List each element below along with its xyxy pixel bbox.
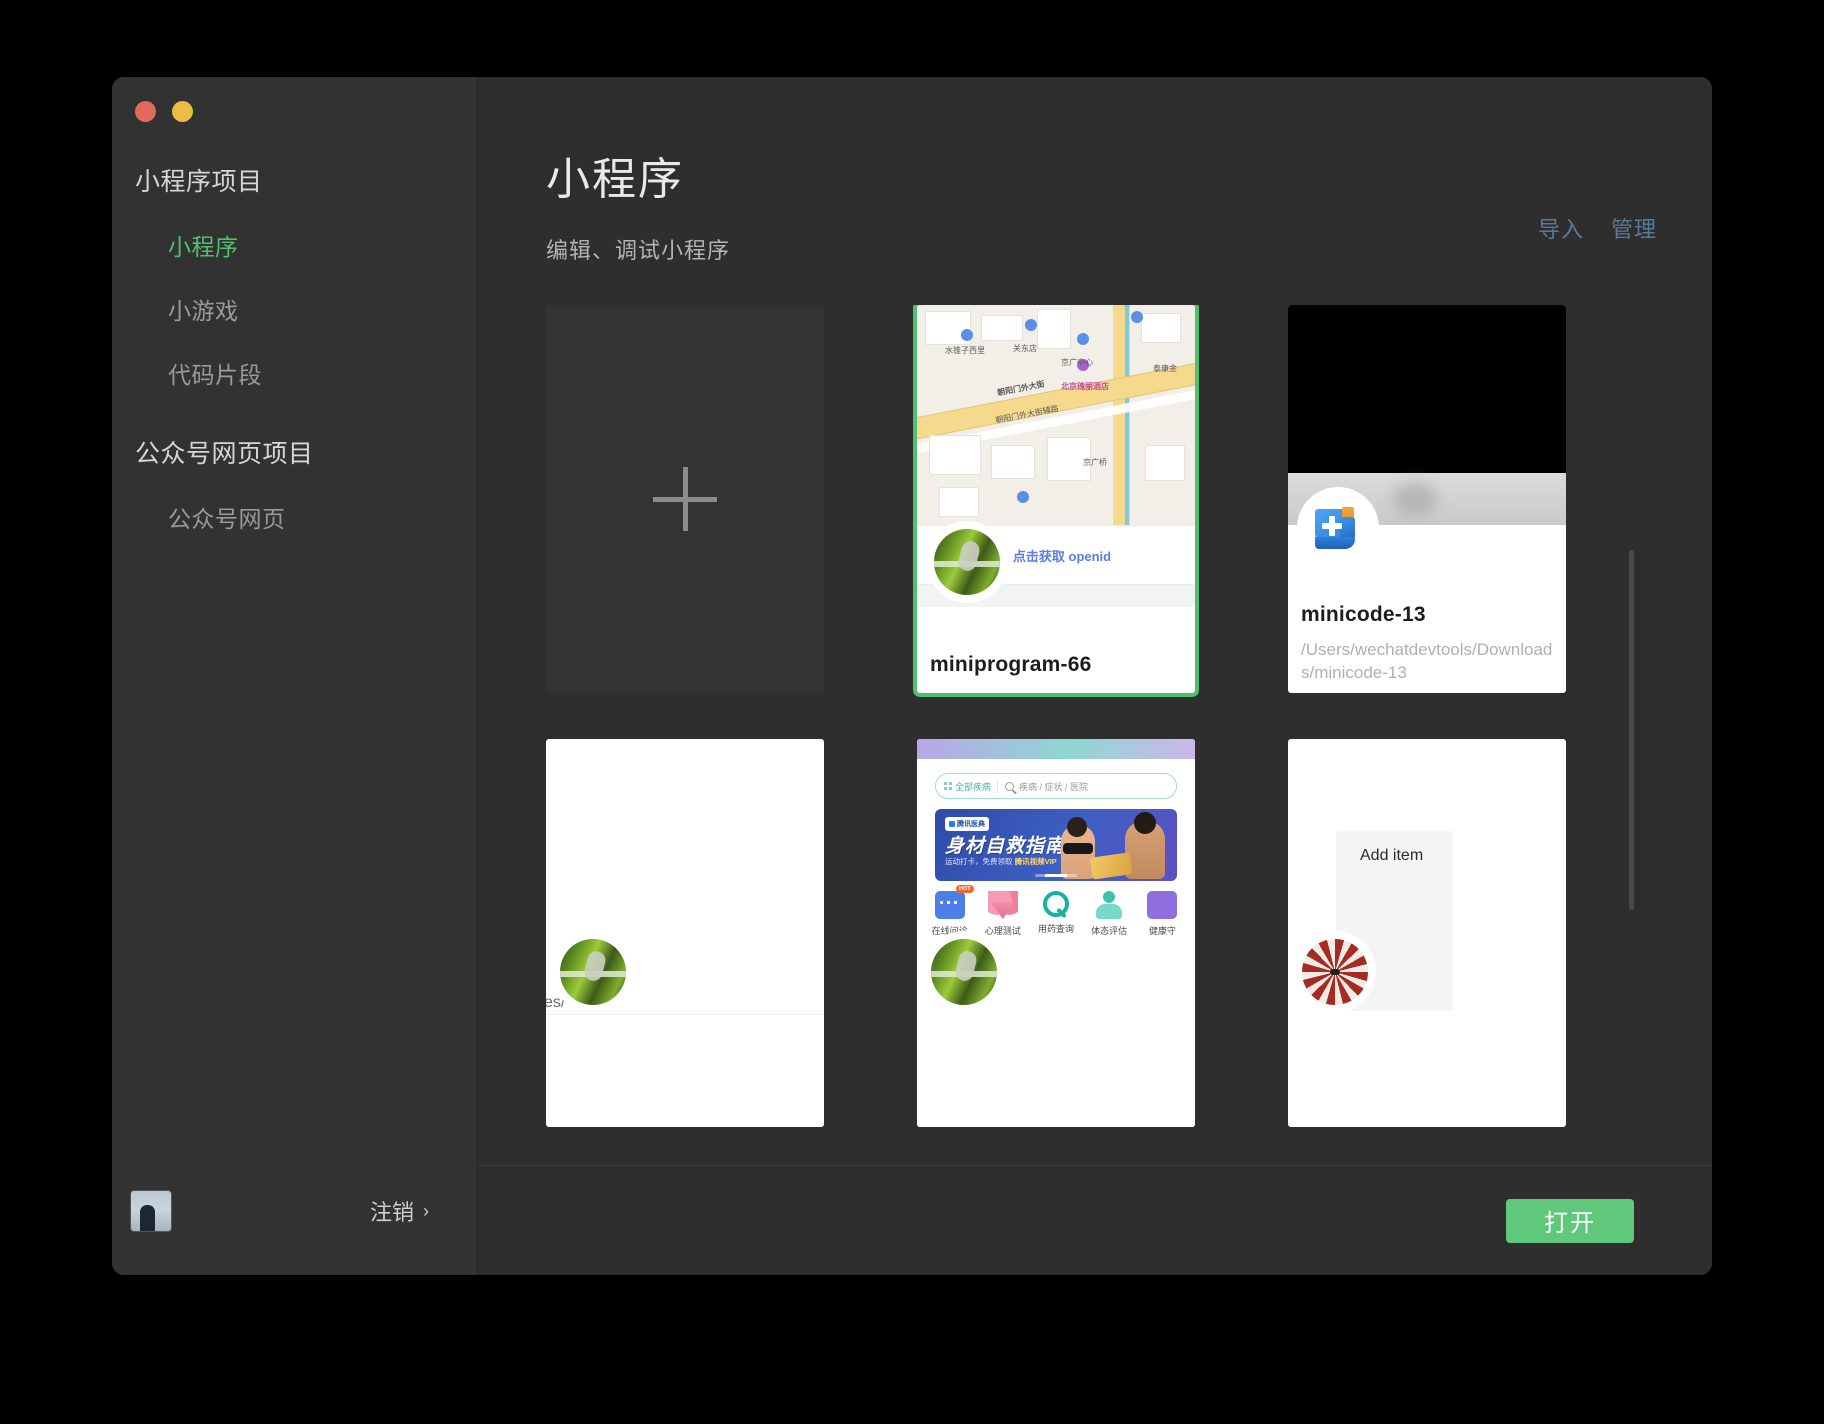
app-entry-posture-eval[interactable]: 体态评估 [1086,891,1132,937]
project-thumbnail-medical: 全部疾病 疾病 / 症状 / 医院 腾讯医典 身材自救指南 [917,739,1195,1127]
sidebar-item-label: 小游戏 [168,298,239,324]
page-title: 小程序 [546,143,1712,207]
map-label: 泰康金 [1153,363,1177,374]
banner-brand-tag: 腾讯医典 [945,817,989,831]
banner-subtitle: 运动打卡，免费领取 腾讯视频VIP [945,856,1057,867]
map-label: 水锥子西里 [945,345,985,356]
brand-square-icon [949,821,955,827]
project-card-row2-2[interactable]: 全部疾病 疾病 / 症状 / 医院 腾讯医典 身材自救指南 [917,739,1195,1127]
add-project-card[interactable] [546,305,824,693]
map-label: 北京瑰丽酒店 [1061,381,1109,392]
chevron-right-icon: › [423,1201,429,1222]
project-avatar [1301,491,1375,565]
app-entry-label: 体态评估 [1086,924,1132,937]
project-info: miniprogram-66 /Users/wechatdevtools/WeC… [917,607,1195,693]
project-avatar [927,935,1001,1009]
open-button[interactable]: 打开 [1506,1199,1634,1243]
project-card-miniprogram-66[interactable]: 水锥子西里 关东店 京广中心 朝阳门外大街 朝阳门外大街辅路 北京瑰丽酒店 京广… [917,305,1195,693]
app-entry-label: 健康守 [1139,924,1185,937]
project-name: minicode-13 [1301,603,1553,627]
avatar[interactable] [130,1190,172,1232]
project-name: miniprogram-66 [930,653,1182,677]
map-label: 关东店 [1013,343,1037,354]
map-label: 京广桥 [1083,457,1107,468]
banner-title: 身材自救指南 [945,831,1065,858]
search-category-label: 全部疾病 [955,780,991,793]
nav-group-title-miniprogram: 小程序项目 [112,162,477,198]
sidebar-item-label: 小程序 [168,234,239,260]
project-avatar [930,525,1004,599]
sidebar: 小程序项目 小程序 小游戏 代码片段 公众号网页项目 公众号网页 注销 › [112,77,478,1275]
plus-icon [653,467,717,531]
header-actions: 导入 管理 [1538,212,1657,244]
app-window: 小程序项目 小程序 小游戏 代码片段 公众号网页项目 公众号网页 注销 › [112,77,1712,1275]
app-entry-health[interactable]: 健康守 [1139,891,1185,937]
window-traffic-lights [112,77,477,122]
projects-grid: 水锥子西里 关东店 京广中心 朝阳门外大街 朝阳门外大街辅路 北京瑰丽酒店 京广… [546,305,1712,1127]
app-entry-label: 心理测试 [980,924,1026,937]
banner-tag-label: 腾讯医典 [957,819,985,829]
sidebar-item-miniprogram[interactable]: 小程序 [112,228,477,262]
search-bar[interactable]: 全部疾病 疾病 / 症状 / 医院 [935,773,1177,799]
search-icon [1005,782,1014,791]
sidebar-footer: 注销 › [112,1165,477,1275]
grid-icon [944,782,952,790]
map-label: 京广中心 [1061,357,1093,368]
sidebar-item-label: 公众号网页 [168,506,286,532]
promo-banner[interactable]: 腾讯医典 身材自救指南 运动打卡，免费领取 腾讯视频VIP [935,809,1177,881]
heart-icon [988,891,1018,919]
medical-book-icon [1305,495,1371,561]
nav-group-title-official-account: 公众号网页项目 [112,434,477,470]
logout-button[interactable]: 注销 › [370,1195,429,1227]
chat-icon [935,891,965,919]
app-entry-drug-query[interactable]: 用药查询 [1033,891,1079,937]
main-content: 小程序 编辑、调试小程序 导入 管理 [478,77,1712,1275]
manage-link[interactable]: 管理 [1611,212,1657,244]
project-card-row2-1[interactable]: es/ [546,739,824,1127]
search-q-icon [1043,891,1069,917]
project-card-minicode-13[interactable]: minicode-13 /Users/wechatdevtools/Downlo… [1288,305,1566,693]
purple-icon [1147,891,1177,919]
app-entry-row: 在线问诊 心理测试 用药查询 [917,891,1195,937]
sidebar-item-minigame[interactable]: 小游戏 [112,292,477,326]
person-icon [1094,891,1124,919]
app-entry-label: 用药查询 [1033,922,1079,935]
main-footer: 打开 [478,1165,1712,1275]
minimize-button[interactable] [172,101,193,122]
page-header: 小程序 编辑、调试小程序 导入 管理 [478,77,1712,265]
projects-scrollbar[interactable] [1629,550,1634,910]
sidebar-item-official-account-page[interactable]: 公众号网页 [112,500,477,534]
project-avatar [556,935,630,1009]
app-entry-online-consult[interactable]: 在线问诊 [927,891,973,937]
project-thumbnail-map: 水锥子西里 关东店 京广中心 朝阳门外大街 朝阳门外大街辅路 北京瑰丽酒店 京广… [917,305,1195,525]
medical-app-preview: 全部疾病 疾病 / 症状 / 医院 腾讯医典 身材自救指南 [917,739,1195,1127]
map-preview: 水锥子西里 关东店 京广中心 朝阳门外大街 朝阳门外大街辅路 北京瑰丽酒店 京广… [917,305,1195,525]
project-card-row2-3[interactable]: Add item [1288,739,1566,1127]
projects-grid-wrapper: 水锥子西里 关东店 京广中心 朝阳门外大街 朝阳门外大街辅路 北京瑰丽酒店 京广… [478,305,1712,1165]
banner-pagination[interactable] [1035,874,1077,877]
app-entry-psych-test[interactable]: 心理测试 [980,891,1026,937]
project-path: /Users/wechatdevtools/WeChatProjects/min… [930,689,1182,693]
import-link[interactable]: 导入 [1538,212,1584,244]
search-placeholder: 疾病 / 症状 / 医院 [1019,780,1088,793]
add-item-label: Add item [1360,847,1423,865]
project-path: /Users/wechatdevtools/Downloads/minicode… [1301,639,1553,685]
search-category[interactable]: 全部疾病 [936,780,998,793]
sidebar-item-code-snippet[interactable]: 代码片段 [112,356,477,390]
sidebar-nav: 小程序项目 小程序 小游戏 代码片段 公众号网页项目 公众号网页 [112,122,477,1165]
close-button[interactable] [135,101,156,122]
sidebar-item-label: 代码片段 [168,362,262,388]
logout-label: 注销 [370,1195,414,1227]
project-avatar [1298,935,1372,1009]
